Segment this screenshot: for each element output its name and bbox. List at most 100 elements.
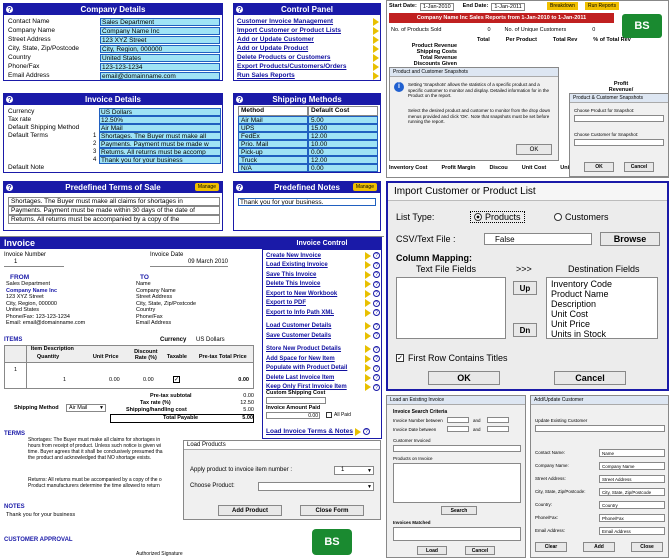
help-icon[interactable]: ?	[5, 5, 14, 14]
help-icon[interactable]: ?	[373, 252, 380, 260]
load-terms-link[interactable]: Load Invoice Terms & Notes	[266, 427, 353, 436]
destination-field-item[interactable]: Inventory Code	[551, 279, 653, 289]
invoice-control-link[interactable]: Delete Last Invoice Item	[266, 375, 334, 381]
help-icon[interactable]: ?	[235, 183, 244, 192]
add-button[interactable]: Add	[583, 542, 615, 552]
terms-line[interactable]: Shortages. The Buyer must make all claim…	[8, 197, 220, 206]
number-to-input[interactable]	[487, 417, 509, 423]
all-paid-checkbox[interactable]: All Paid	[326, 412, 351, 418]
invoice-control-link[interactable]: Delete This Invoice	[266, 281, 320, 287]
control-panel-link[interactable]: Delete Products or Customers	[237, 54, 331, 61]
invoice-control-link[interactable]: Create New Invoice	[266, 253, 321, 259]
number-from-input[interactable]	[447, 417, 469, 423]
breakdown-button[interactable]: Breakdown	[547, 2, 579, 10]
load-cancel-button[interactable]: Cancel	[465, 546, 495, 555]
destination-field-item[interactable]: Unit Cost	[551, 309, 653, 319]
help-icon[interactable]: ?	[235, 5, 244, 14]
invoice-control-link[interactable]: Export to PDF	[266, 300, 306, 306]
invoice-date-field[interactable]: 09 March 2010	[150, 259, 228, 267]
customer-select[interactable]	[393, 445, 521, 452]
invoice-control-item[interactable]: Save Customer Details?	[266, 331, 380, 341]
add-product-button[interactable]: Add Product	[218, 505, 282, 516]
destination-fields-list[interactable]: Inventory Code Product Name Description Uni…	[546, 277, 658, 339]
shipping-cost-cell[interactable]: 12.00	[308, 132, 378, 140]
shipping-cost-cell[interactable]: 0.00	[308, 164, 378, 172]
help-icon[interactable]: ?	[373, 332, 380, 340]
invoice-control-item[interactable]: Store New Product Details?	[266, 345, 380, 355]
help-icon[interactable]: ?	[373, 299, 380, 307]
browse-button[interactable]: Browse	[600, 232, 660, 246]
company-field[interactable]: United States	[100, 54, 220, 62]
control-panel-link[interactable]: Add or Update Product	[237, 45, 308, 52]
matched-list[interactable]	[393, 527, 521, 541]
apply-item-select[interactable]: 1 ▼	[334, 466, 374, 475]
shipping-method-cell[interactable]: Truck	[238, 156, 308, 164]
table-row[interactable]: 1 1 0.00 0.00 ✓ 0.00	[5, 362, 253, 388]
help-icon[interactable]: ?	[373, 364, 380, 372]
invoice-detail-field[interactable]: 12.50%	[99, 116, 221, 124]
help-icon[interactable]: ?	[373, 280, 380, 288]
customer-field-input[interactable]: Email Address	[599, 526, 665, 535]
invoice-control-link[interactable]: Save This Invoice	[266, 272, 316, 278]
help-icon[interactable]: ?	[373, 309, 380, 317]
help-icon[interactable]: ?	[373, 383, 380, 391]
invoice-detail-field[interactable]: Air Mail	[99, 124, 221, 132]
run-reports-button[interactable]: Run Reports	[585, 2, 620, 10]
company-field[interactable]: City, Region, 000000	[100, 45, 220, 53]
custom-shipping-input[interactable]	[266, 397, 326, 404]
company-field[interactable]: 123 XYZ Street	[100, 36, 220, 44]
control-panel-link[interactable]: Customer Invoice Management	[237, 18, 333, 25]
shipping-cost-cell[interactable]: 0.00	[308, 148, 378, 156]
invoice-control-link[interactable]: Store New Product Details	[266, 346, 341, 352]
to-line[interactable]: Email Address	[136, 320, 196, 327]
destination-field-item[interactable]: Units in Stock	[551, 329, 653, 339]
end-date-value[interactable]: 1-Jan-2011	[491, 3, 525, 11]
destination-field-item[interactable]: Product Name	[551, 289, 653, 299]
invoice-control-item[interactable]: Delete Last Invoice Item?	[266, 373, 380, 383]
search-button[interactable]: Search	[441, 506, 477, 515]
from-line[interactable]: Email: email@domainname.com	[6, 320, 85, 327]
shipping-cost-cell[interactable]: 5.00	[308, 116, 378, 124]
help-icon[interactable]: ?	[235, 95, 244, 104]
manage-notes-button[interactable]: Manage	[352, 183, 377, 191]
notes-field[interactable]: Thank you for your business.	[238, 198, 376, 206]
invoice-control-item[interactable]: Add Space for New Item?	[266, 354, 380, 364]
help-icon[interactable]: ?	[373, 374, 380, 382]
customer-field-input[interactable]: Country	[599, 500, 665, 509]
help-icon[interactable]: ?	[373, 322, 380, 330]
control-panel-item[interactable]: Add or Update Customer	[237, 35, 379, 44]
csv-file-input[interactable]: False	[484, 233, 592, 245]
help-icon[interactable]: ?	[362, 428, 370, 435]
invoice-control-link[interactable]: Populate with Product Detail	[266, 365, 347, 371]
shipping-cost-cell[interactable]: 12.00	[308, 156, 378, 164]
help-icon[interactable]: ?	[373, 345, 380, 353]
invoice-control-item[interactable]: Load Existing Invoice?	[266, 261, 380, 271]
help-icon[interactable]: ?	[373, 271, 380, 279]
currency-value[interactable]: US Dollars	[196, 337, 225, 343]
invoice-control-item[interactable]: Export to PDF?	[266, 299, 380, 309]
products-list[interactable]	[393, 463, 521, 503]
invoice-control-item[interactable]: Create New Invoice?	[266, 251, 380, 261]
choose-product-select[interactable]: ▼	[258, 482, 374, 491]
control-panel-item[interactable]: Export Products/Customers/Orders	[237, 62, 379, 71]
import-cancel-button[interactable]: Cancel	[554, 371, 626, 385]
control-panel-link[interactable]: Import Customer or Product Lists	[237, 27, 341, 34]
invoice-control-item[interactable]: Populate with Product Detail?	[266, 364, 380, 374]
taxable-checkbox-icon[interactable]: ✓	[173, 376, 180, 383]
invoice-control-item[interactable]: Export to Info Path XML?	[266, 308, 380, 318]
invoice-detail-field[interactable]: Returns. All returns must be accomp	[99, 148, 221, 156]
help-icon[interactable]: ?	[5, 95, 14, 104]
invoice-detail-field[interactable]: US Dollars	[99, 108, 221, 116]
control-panel-link[interactable]: Run Sales Reports	[237, 72, 295, 79]
invoice-control-link[interactable]: Save Customer Details	[266, 333, 331, 339]
invoice-control-link[interactable]: Export to New Workbook	[266, 291, 337, 297]
invoice-number-field[interactable]: 1	[4, 259, 64, 267]
snapshot-side-cancel-button[interactable]: Cancel	[624, 162, 654, 172]
invoice-control-item[interactable]: Export to New Workbook?	[266, 289, 380, 299]
load-button[interactable]: Load	[417, 546, 447, 555]
manage-terms-button[interactable]: Manage	[194, 183, 219, 191]
start-date-value[interactable]: 1-Jan-2010	[419, 3, 454, 11]
destination-field-item[interactable]: Unit Price	[551, 319, 653, 329]
radio-customers[interactable]: Customers	[554, 212, 609, 222]
existing-customer-select[interactable]	[535, 425, 665, 432]
